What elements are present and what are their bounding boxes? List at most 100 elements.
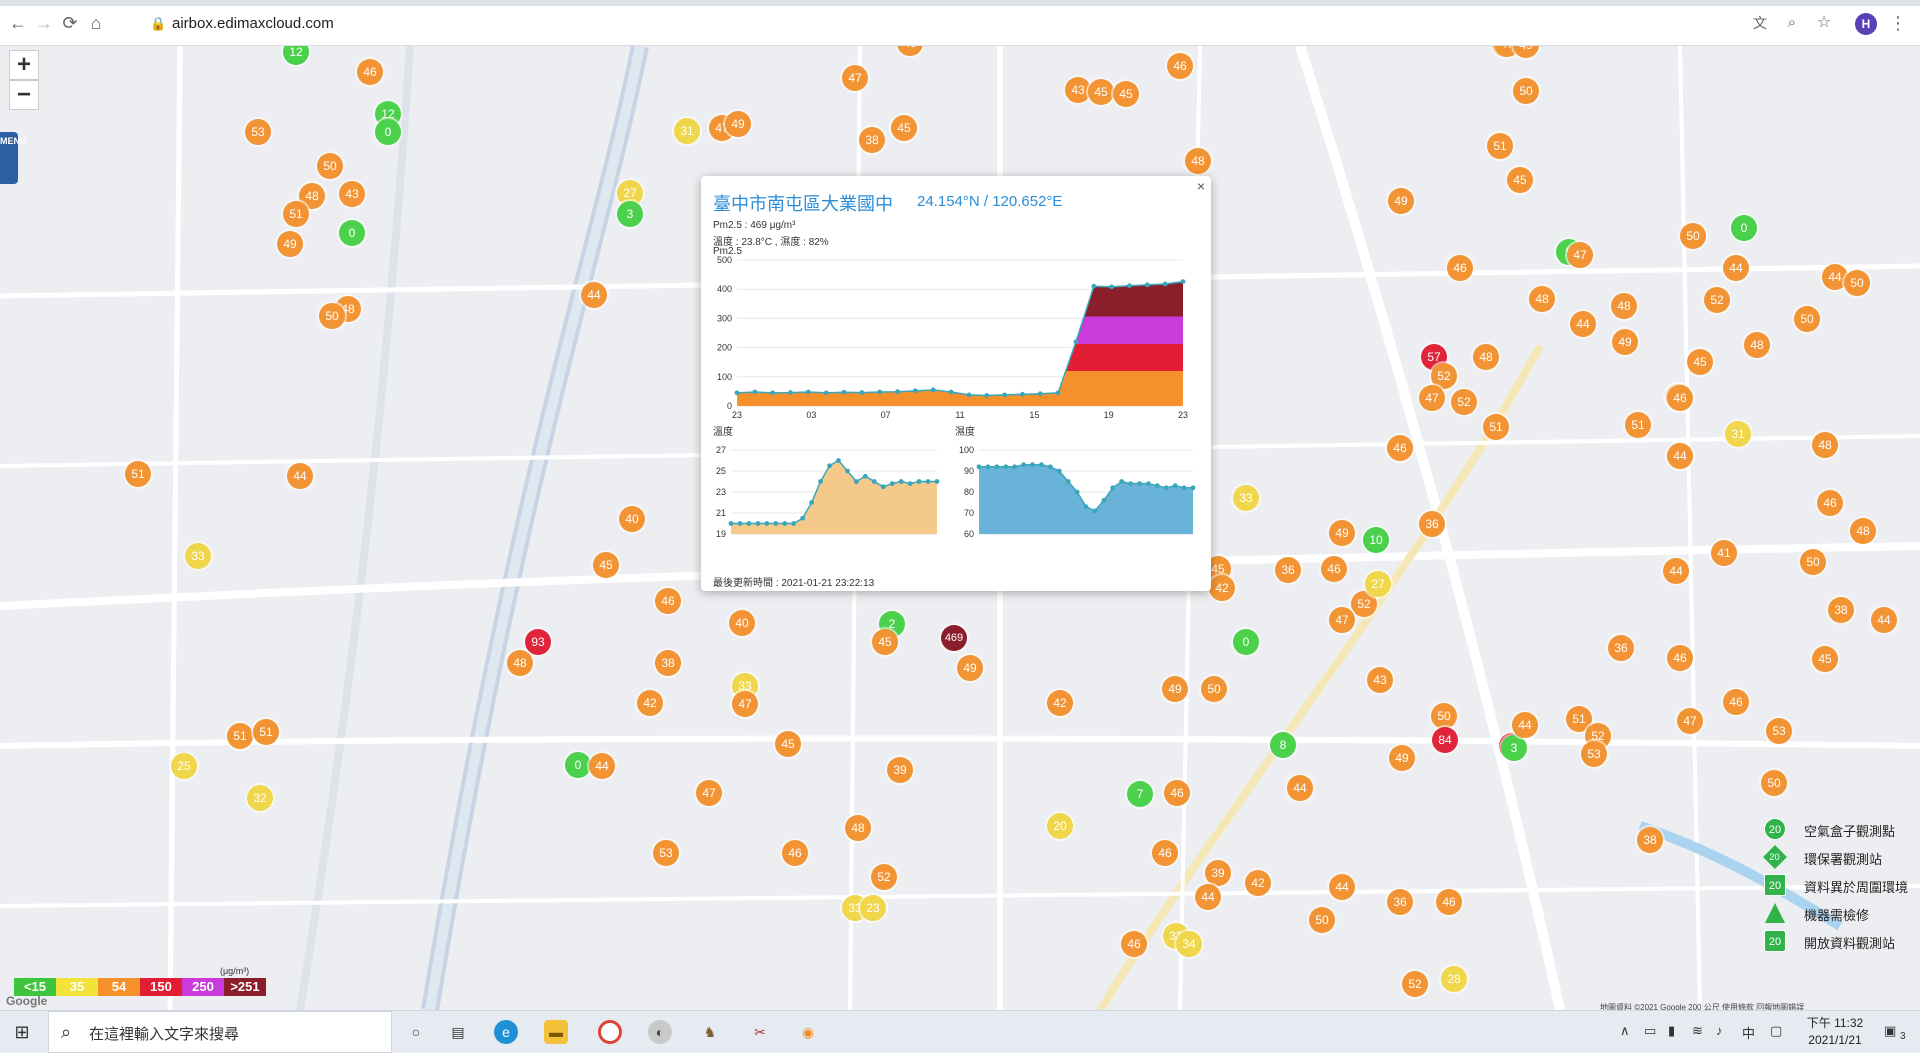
sensor-marker[interactable]: 47 — [1567, 242, 1593, 268]
sensor-marker[interactable]: 50 — [1309, 907, 1335, 933]
sensor-marker[interactable]: 46 — [1121, 931, 1147, 957]
zoom-out-button[interactable]: − — [9, 80, 39, 110]
sensor-marker[interactable]: 48 — [1744, 332, 1770, 358]
sensor-marker[interactable]: 50 — [1800, 549, 1826, 575]
sensor-marker[interactable]: 0 — [1233, 629, 1259, 655]
sensor-marker[interactable]: 52 — [871, 864, 897, 890]
sensor-marker[interactable]: 51 — [1483, 414, 1509, 440]
sensor-marker[interactable]: 7 — [1127, 781, 1153, 807]
app-icon-c[interactable]: ✂ — [748, 1020, 772, 1044]
sensor-marker[interactable]: 25 — [171, 753, 197, 779]
sensor-marker[interactable]: 46 — [1164, 780, 1190, 806]
sensor-marker[interactable]: 49 — [1389, 745, 1415, 771]
sensor-marker[interactable]: 50 — [317, 153, 343, 179]
sensor-marker[interactable]: 42 — [637, 690, 663, 716]
sensor-marker[interactable]: 36 — [1275, 557, 1301, 583]
sensor-marker[interactable]: 42 — [1209, 575, 1235, 601]
sensor-marker[interactable]: 31 — [674, 118, 700, 144]
sensor-marker[interactable]: 48 — [1611, 293, 1637, 319]
sensor-marker[interactable]: 48 — [1812, 432, 1838, 458]
sensor-marker[interactable]: 46 — [1817, 490, 1843, 516]
sensor-marker[interactable]: 44 — [1570, 311, 1596, 337]
file-explorer-icon[interactable]: ▬ — [544, 1020, 568, 1044]
tray-device-icon[interactable]: ▭ — [1644, 1023, 1656, 1039]
menu-tab[interactable]: MENU — [0, 132, 27, 184]
sensor-marker[interactable]: 46 — [1723, 689, 1749, 715]
sensor-marker[interactable]: 44 — [589, 753, 615, 779]
sensor-marker[interactable]: 50 — [1513, 78, 1539, 104]
translate-icon[interactable]: 文 — [1750, 13, 1770, 33]
sensor-marker[interactable]: 33 — [1233, 485, 1259, 511]
sensor-marker[interactable]: 52 — [1704, 287, 1730, 313]
sensor-marker[interactable]: 48 — [1473, 344, 1499, 370]
back-icon[interactable]: ← — [8, 13, 28, 33]
sensor-marker[interactable]: 51 — [227, 723, 253, 749]
zoom-icon[interactable]: ⌕ — [1782, 13, 1802, 33]
sensor-marker[interactable]: 44 — [1195, 884, 1221, 910]
sensor-marker[interactable]: 0 — [375, 119, 401, 145]
sensor-marker[interactable]: 0 — [1731, 215, 1757, 241]
sensor-marker[interactable]: 53 — [1766, 718, 1792, 744]
sensor-marker[interactable]: 50 — [1844, 270, 1870, 296]
sensor-marker[interactable]: 51 — [283, 201, 309, 227]
sensor-marker[interactable]: 45 — [775, 731, 801, 757]
sensor-marker[interactable]: 50 — [1761, 770, 1787, 796]
sensor-marker[interactable]: 49 — [725, 111, 751, 137]
sensor-marker[interactable]: 49 — [957, 655, 983, 681]
taskbar-search[interactable]: ⌕ 在這裡輸入文字來搜尋 — [48, 1011, 392, 1053]
sensor-marker[interactable]: 44 — [1667, 443, 1693, 469]
sensor-marker[interactable]: 42 — [1245, 870, 1271, 896]
sensor-marker[interactable]: 23 — [860, 895, 886, 921]
sensor-marker[interactable]: 45 — [593, 552, 619, 578]
sensor-marker[interactable]: 93 — [525, 629, 551, 655]
sensor-marker[interactable]: 31 — [1725, 421, 1751, 447]
sensor-marker[interactable]: 44 — [1329, 874, 1355, 900]
reload-icon[interactable]: ⟳ — [60, 13, 80, 33]
sensor-marker[interactable]: 53 — [653, 840, 679, 866]
sensor-marker[interactable]: 50 — [319, 303, 345, 329]
sensor-marker[interactable]: 52 — [1402, 971, 1428, 997]
sensor-marker[interactable]: 49 — [1329, 520, 1355, 546]
sensor-marker[interactable]: 46 — [1447, 255, 1473, 281]
sensor-marker[interactable]: 46 — [655, 588, 681, 614]
sensor-marker[interactable]: 36 — [1387, 889, 1413, 915]
wifi-icon[interactable]: ≋ — [1692, 1023, 1703, 1039]
chrome-icon[interactable] — [598, 1020, 622, 1044]
sensor-marker[interactable]: 46 — [357, 59, 383, 85]
sensor-marker[interactable]: 46 — [1387, 435, 1413, 461]
sensor-marker[interactable]: 45 — [872, 629, 898, 655]
sensor-marker[interactable]: 38 — [859, 127, 885, 153]
sensor-marker[interactable]: 47 — [1419, 385, 1445, 411]
sensor-marker[interactable]: 50 — [1794, 306, 1820, 332]
sensor-marker[interactable]: 45 — [1507, 167, 1533, 193]
home-icon[interactable]: ⌂ — [86, 13, 106, 33]
sensor-marker[interactable]: 48 — [1529, 286, 1555, 312]
sensor-marker[interactable]: 49 — [1388, 188, 1414, 214]
app-icon-b[interactable]: ♞ — [698, 1020, 722, 1044]
sensor-marker[interactable]: 36 — [1419, 511, 1445, 537]
sensor-marker[interactable]: 44 — [1871, 607, 1897, 633]
sensor-marker[interactable]: 32 — [247, 785, 273, 811]
menu-dots-icon[interactable]: ⋮ — [1888, 13, 1908, 33]
sensor-marker[interactable]: 48 — [1185, 148, 1211, 174]
sensor-marker[interactable]: 51 — [253, 719, 279, 745]
sensor-marker[interactable]: 84 — [1432, 727, 1458, 753]
sensor-marker[interactable]: 28 — [1441, 966, 1467, 992]
sensor-marker[interactable]: 39 — [1205, 860, 1231, 886]
sensor-marker[interactable]: 44 — [1663, 558, 1689, 584]
blender-icon[interactable]: ◉ — [796, 1020, 820, 1044]
sensor-marker[interactable]: 27 — [1365, 571, 1391, 597]
sensor-marker[interactable]: 51 — [1487, 133, 1513, 159]
sensor-marker[interactable]: 44 — [287, 463, 313, 489]
sensor-marker[interactable]: 53 — [1581, 741, 1607, 767]
sensor-marker[interactable]: 38 — [1637, 827, 1663, 853]
sensor-marker[interactable]: 47 — [696, 780, 722, 806]
sensor-marker[interactable]: 50 — [1680, 223, 1706, 249]
sensor-marker[interactable]: 10 — [1363, 527, 1389, 553]
sensor-marker[interactable]: 40 — [729, 610, 755, 636]
taskbar-clock[interactable]: 下午 11:32 2021/1/21 — [1800, 1015, 1870, 1049]
sensor-marker[interactable]: 45 — [1088, 79, 1114, 105]
sensor-marker[interactable]: 47 — [732, 691, 758, 717]
sensor-marker[interactable]: 46 — [1667, 385, 1693, 411]
zoom-in-button[interactable]: + — [9, 50, 39, 80]
